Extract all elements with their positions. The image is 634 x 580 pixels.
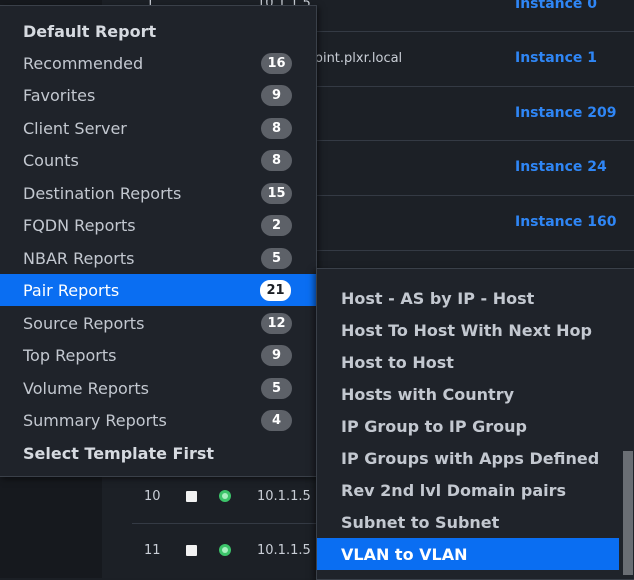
menu-item-pair-reports[interactable]: Pair Reports 21 — [0, 274, 316, 306]
count-badge: 15 — [261, 182, 292, 204]
row-checkbox[interactable] — [186, 491, 197, 502]
menu-item-label: FQDN Reports — [23, 215, 136, 235]
menu-item-counts[interactable]: Counts 8 — [0, 144, 316, 176]
submenu-item-hosts-with-country[interactable]: Hosts with Country — [317, 378, 619, 410]
submenu-item-label: Hosts with Country — [341, 384, 515, 404]
menu-item-label: Source Reports — [23, 313, 145, 333]
submenu-item-label: Host - AS by IP - Host — [341, 288, 535, 308]
row-hostname: oint.plxr.local — [315, 51, 403, 66]
menu-item-label: Summary Reports — [23, 410, 167, 430]
count-badge: 2 — [261, 214, 292, 236]
row-number: 10 — [144, 489, 161, 504]
row-ip: 10.1.1.5 — [257, 543, 311, 558]
count-badge: 9 — [261, 344, 292, 366]
submenu-item-label: Subnet to Subnet — [341, 512, 500, 532]
submenu-item-label: Host To Host With Next Hop — [341, 320, 592, 340]
count-badge: 21 — [259, 278, 292, 302]
menu-item-label: Recommended — [23, 53, 144, 73]
menu-item-label: Counts — [23, 150, 79, 170]
submenu-item-rev-2nd-lvl-domain-pairs[interactable]: Rev 2nd lvl Domain pairs — [317, 474, 619, 506]
submenu-item-ip-groups-with-apps[interactable]: IP Groups with Apps Defined — [317, 442, 619, 474]
submenu-item-host-to-host[interactable]: Host to Host — [317, 346, 619, 378]
submenu-item-host-as-by-ip-host[interactable]: Host - AS by IP - Host — [317, 282, 619, 314]
count-badge: 12 — [261, 312, 292, 334]
count-badge: 8 — [261, 149, 292, 171]
menu-item-favorites[interactable]: Favorites 9 — [0, 79, 316, 111]
status-online-icon — [219, 490, 231, 502]
menu-item-label: Volume Reports — [23, 378, 149, 398]
menu-item-label: Client Server — [23, 118, 127, 138]
instance-link[interactable]: Instance 209 — [515, 105, 617, 121]
submenu-item-label: Rev 2nd lvl Domain pairs — [341, 480, 567, 500]
instance-link[interactable]: Instance 160 — [515, 214, 617, 230]
row-ip: 10.1.1.5 — [257, 489, 311, 504]
instance-link[interactable]: Instance 24 — [515, 159, 607, 175]
menu-item-label: Top Reports — [23, 345, 117, 365]
menu-item-label: Select Template First — [23, 443, 215, 463]
row-number: 11 — [144, 543, 161, 558]
count-badge: 16 — [261, 52, 292, 74]
submenu-item-label: IP Groups with Apps Defined — [341, 448, 600, 468]
menu-item-recommended[interactable]: Recommended 16 — [0, 47, 316, 79]
menu-item-label: NBAR Reports — [23, 248, 135, 268]
scrollbar-thumb[interactable] — [623, 451, 633, 575]
status-online-icon — [219, 544, 231, 556]
instance-link[interactable]: Instance 0 — [515, 0, 597, 12]
menu-item-label: Destination Reports — [23, 183, 182, 203]
submenu-scrollbar[interactable] — [620, 269, 634, 579]
menu-item-source-reports[interactable]: Source Reports 12 — [0, 307, 316, 339]
menu-item-default-report[interactable]: Default Report — [0, 15, 316, 47]
menu-item-volume-reports[interactable]: Volume Reports 5 — [0, 372, 316, 404]
count-badge: 5 — [261, 377, 292, 399]
menu-item-label: Default Report — [23, 21, 157, 41]
menu-item-select-template-first: Select Template First — [0, 437, 316, 469]
row-checkbox[interactable] — [186, 545, 197, 556]
count-badge: 5 — [261, 247, 292, 269]
count-badge: 9 — [261, 84, 292, 106]
menu-item-label: Favorites — [23, 85, 96, 105]
report-template-menu: Default Report Recommended 16 Favorites … — [0, 5, 317, 477]
instance-link[interactable]: Instance 1 — [515, 50, 597, 66]
menu-item-destination-reports[interactable]: Destination Reports 15 — [0, 177, 316, 209]
submenu-item-label: IP Group to IP Group — [341, 416, 527, 436]
count-badge: 8 — [261, 117, 292, 139]
menu-item-label: Pair Reports — [23, 280, 120, 300]
menu-item-nbar-reports[interactable]: NBAR Reports 5 — [0, 242, 316, 274]
submenu-item-subnet-to-subnet[interactable]: Subnet to Subnet — [317, 506, 619, 538]
menu-item-client-server[interactable]: Client Server 8 — [0, 112, 316, 144]
count-badge: 4 — [261, 409, 292, 431]
menu-item-summary-reports[interactable]: Summary Reports 4 — [0, 404, 316, 436]
menu-item-fqdn-reports[interactable]: FQDN Reports 2 — [0, 209, 316, 241]
submenu-item-ip-group-to-ip-group[interactable]: IP Group to IP Group — [317, 410, 619, 442]
pair-reports-submenu: Host - AS by IP - Host Host To Host With… — [316, 268, 634, 580]
submenu-item-label: VLAN to VLAN — [341, 544, 468, 564]
submenu-item-host-to-host-next-hop[interactable]: Host To Host With Next Hop — [317, 314, 619, 346]
submenu-item-vlan-to-vlan[interactable]: VLAN to VLAN — [317, 538, 619, 570]
submenu-item-label: Host to Host — [341, 352, 454, 372]
menu-item-top-reports[interactable]: Top Reports 9 — [0, 339, 316, 371]
